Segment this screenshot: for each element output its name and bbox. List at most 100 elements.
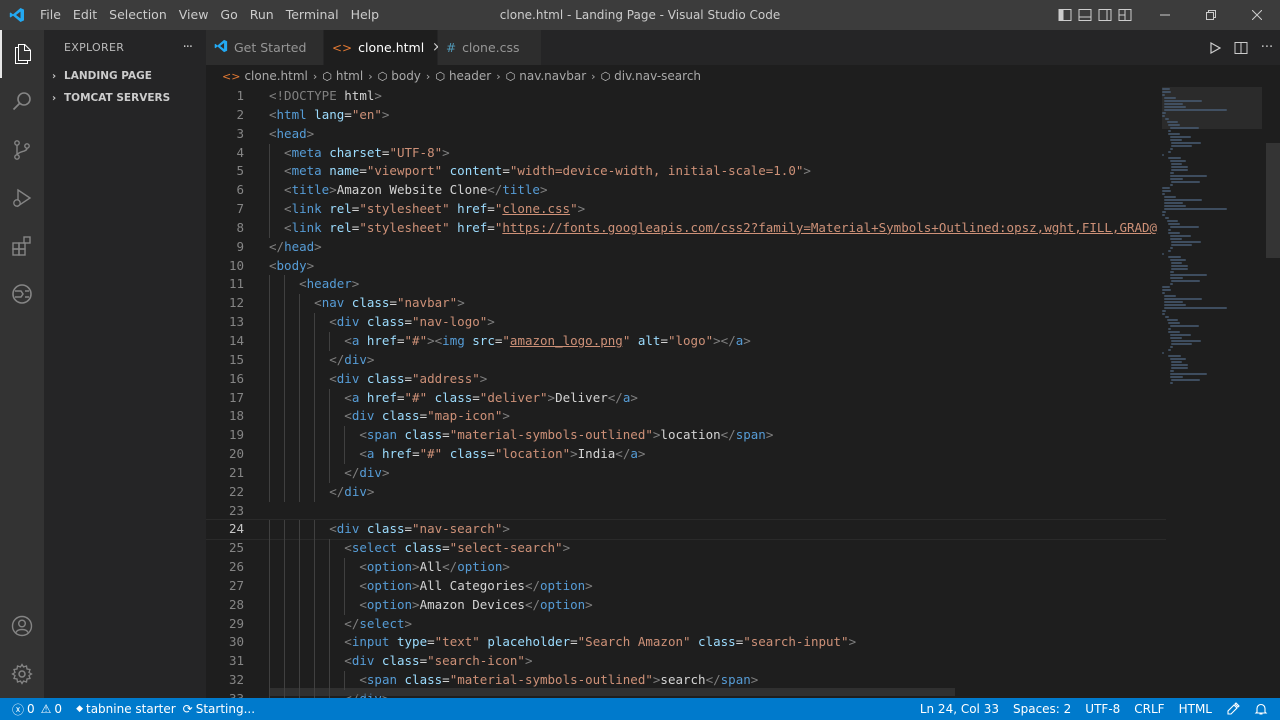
minimap[interactable]	[1162, 87, 1262, 698]
horizontal-scrollbar[interactable]	[269, 688, 955, 696]
minimap-line	[1162, 286, 1171, 288]
close-window-icon[interactable]	[1234, 0, 1280, 30]
feedback-icon[interactable]	[1219, 698, 1247, 720]
code-line[interactable]: 28 <option>Amazon Devices</option>	[206, 595, 1166, 615]
minimap-line	[1171, 379, 1201, 381]
code-line[interactable]: 21 </div>	[206, 463, 1166, 483]
customize-layout-icon[interactable]	[1116, 0, 1134, 30]
code-line[interactable]: 3 <head>	[206, 125, 1166, 144]
code-line[interactable]: 11 <header>	[206, 275, 1166, 295]
code-line[interactable]: 27 <option>All Categories</option>	[206, 576, 1166, 596]
indentation[interactable]: Spaces: 2	[1006, 698, 1078, 720]
run-play-icon[interactable]	[1202, 30, 1228, 65]
code-line[interactable]: 22 </div>	[206, 482, 1166, 502]
breadcrumb-item[interactable]: <> clone.html	[222, 69, 308, 83]
line-number: 20	[228, 446, 244, 462]
minimap-line	[1163, 109, 1228, 111]
code-line[interactable]: 23	[206, 502, 1166, 521]
code-line[interactable]: 16 <div class="address">	[206, 369, 1166, 389]
breadcrumb-item[interactable]: ⬡ body	[378, 69, 421, 83]
menu-edit[interactable]: Edit	[67, 4, 103, 26]
starting-status[interactable]: ⟳ Starting...	[183, 698, 262, 720]
vertical-scrollbar[interactable]	[1266, 87, 1280, 698]
code-line[interactable]: 2 <html lang="en">	[206, 106, 1166, 125]
remote-explorer-icon[interactable]	[0, 270, 44, 318]
chevron-right-icon: ›	[425, 69, 431, 83]
toggle-secondary-sidebar-icon[interactable]	[1096, 0, 1114, 30]
breadcrumb-item[interactable]: ⬡ nav.navbar	[506, 69, 587, 83]
explorer-icon[interactable]	[0, 30, 44, 78]
breadcrumb-item[interactable]: ⬡ header	[435, 69, 491, 83]
split-editor-icon[interactable]	[1228, 30, 1254, 65]
minimap-line	[1162, 214, 1166, 216]
manage-gear-icon[interactable]	[0, 650, 44, 698]
code-editor[interactable]: 1 <!DOCTYPE html> 2 <html lang="en"> 3 <head>…	[206, 87, 1166, 698]
run-and-debug-icon[interactable]	[0, 174, 44, 222]
extensions-icon[interactable]	[0, 222, 44, 270]
code-line[interactable]: 15 </div>	[206, 350, 1166, 370]
code-line[interactable]: 26 <option>All</option>	[206, 558, 1166, 577]
tabnine-status[interactable]: ◆ tabnine starter	[69, 698, 183, 720]
tab-get-started[interactable]: Get Started	[206, 30, 324, 65]
scrollbar-thumb[interactable]	[1266, 143, 1280, 258]
encoding[interactable]: UTF-8	[1078, 698, 1127, 720]
code-line[interactable]: 12 <nav class="navbar">	[206, 294, 1166, 314]
menu-terminal[interactable]: Terminal	[280, 4, 345, 26]
code-line[interactable]: 17 <a href="#" class="deliver">Deliver</a…	[206, 388, 1166, 408]
line-content: </div>	[269, 482, 374, 502]
minimize-icon[interactable]	[1142, 0, 1188, 30]
code-line[interactable]: 8 <link rel="stylesheet" href="https://fo…	[206, 218, 1166, 238]
code-line[interactable]: 14 <a href="#"><img src="amazon_logo.png"…	[206, 331, 1166, 351]
breadcrumb-item[interactable]: ⬡ html	[322, 69, 363, 83]
end-of-line[interactable]: CRLF	[1127, 698, 1171, 720]
more-actions-icon[interactable]: ···	[1254, 30, 1280, 65]
source-control-icon[interactable]	[0, 126, 44, 174]
menu-run[interactable]: Run	[244, 4, 280, 26]
code-line[interactable]: 31 <div class="search-icon">	[206, 652, 1166, 672]
code-line[interactable]: 9 </head>	[206, 238, 1166, 257]
code-line[interactable]: 20 <a href="#" class="location">India</a>	[206, 445, 1166, 464]
code-line[interactable]: 6 <title>Amazon Website Clone</title>	[206, 181, 1166, 201]
restore-icon[interactable]	[1188, 0, 1234, 30]
minimap-line	[1169, 370, 1175, 372]
minimap-line	[1169, 172, 1175, 174]
minimap-line	[1171, 166, 1189, 168]
accounts-icon[interactable]	[0, 602, 44, 650]
search-icon[interactable]	[0, 78, 44, 126]
menu-file[interactable]: File	[34, 4, 67, 26]
line-number: 24	[228, 521, 244, 537]
minimap-line	[1171, 142, 1202, 144]
menu-selection[interactable]: Selection	[103, 4, 173, 26]
code-line[interactable]: 5 <meta name="viewport" content="width=de…	[206, 162, 1166, 182]
code-line[interactable]: 29 </select>	[206, 614, 1166, 634]
html-file-icon: <>	[332, 40, 353, 55]
menu-view[interactable]: View	[173, 4, 215, 26]
code-line[interactable]: 19 <span class="material-symbols-outlined…	[206, 426, 1166, 446]
section-tomcat-servers[interactable]: › TOMCAT SERVERS	[44, 87, 206, 109]
cursor-position[interactable]: Ln 24, Col 33	[913, 698, 1006, 720]
problems-status[interactable]: ⓧ 0 ⚠ 0	[0, 698, 69, 720]
breadcrumb-item[interactable]: ⬡ div.nav-search	[601, 69, 701, 83]
toggle-panel-icon[interactable]	[1076, 0, 1094, 30]
toggle-primary-sidebar-icon[interactable]	[1056, 0, 1074, 30]
code-line[interactable]: 1 <!DOCTYPE html>	[206, 87, 1166, 106]
code-line[interactable]: 13 <div class="nav-logo">	[206, 313, 1166, 332]
notifications-bell-icon[interactable]	[1247, 698, 1280, 720]
code-line[interactable]: 24 <div class="nav-search">	[206, 519, 1166, 541]
menu-go[interactable]: Go	[214, 4, 243, 26]
code-line[interactable]: 30 <input type="text" placeholder="Search…	[206, 633, 1166, 653]
tab-clone-html[interactable]: <> clone.html ×	[324, 30, 443, 65]
minimap-line	[1162, 190, 1171, 192]
code-line[interactable]: 7 <link rel="stylesheet" href="clone.css"…	[206, 200, 1166, 219]
line-number: 17	[228, 389, 244, 405]
tab-clone-css[interactable]: # clone.css	[438, 30, 542, 65]
section-landing-page[interactable]: › LANDING PAGE	[44, 65, 206, 87]
minimap-line	[1162, 253, 1164, 255]
language-mode[interactable]: HTML	[1172, 698, 1219, 720]
code-line[interactable]: 25 <select class="select-search">	[206, 539, 1166, 559]
code-line[interactable]: 18 <div class="map-icon">	[206, 407, 1166, 427]
menu-help[interactable]: Help	[345, 4, 386, 26]
more-actions-icon[interactable]: ···	[183, 40, 193, 55]
code-line[interactable]: 10 <body>	[206, 257, 1166, 276]
code-line[interactable]: 4 <meta charset="UTF-8">	[206, 143, 1166, 163]
